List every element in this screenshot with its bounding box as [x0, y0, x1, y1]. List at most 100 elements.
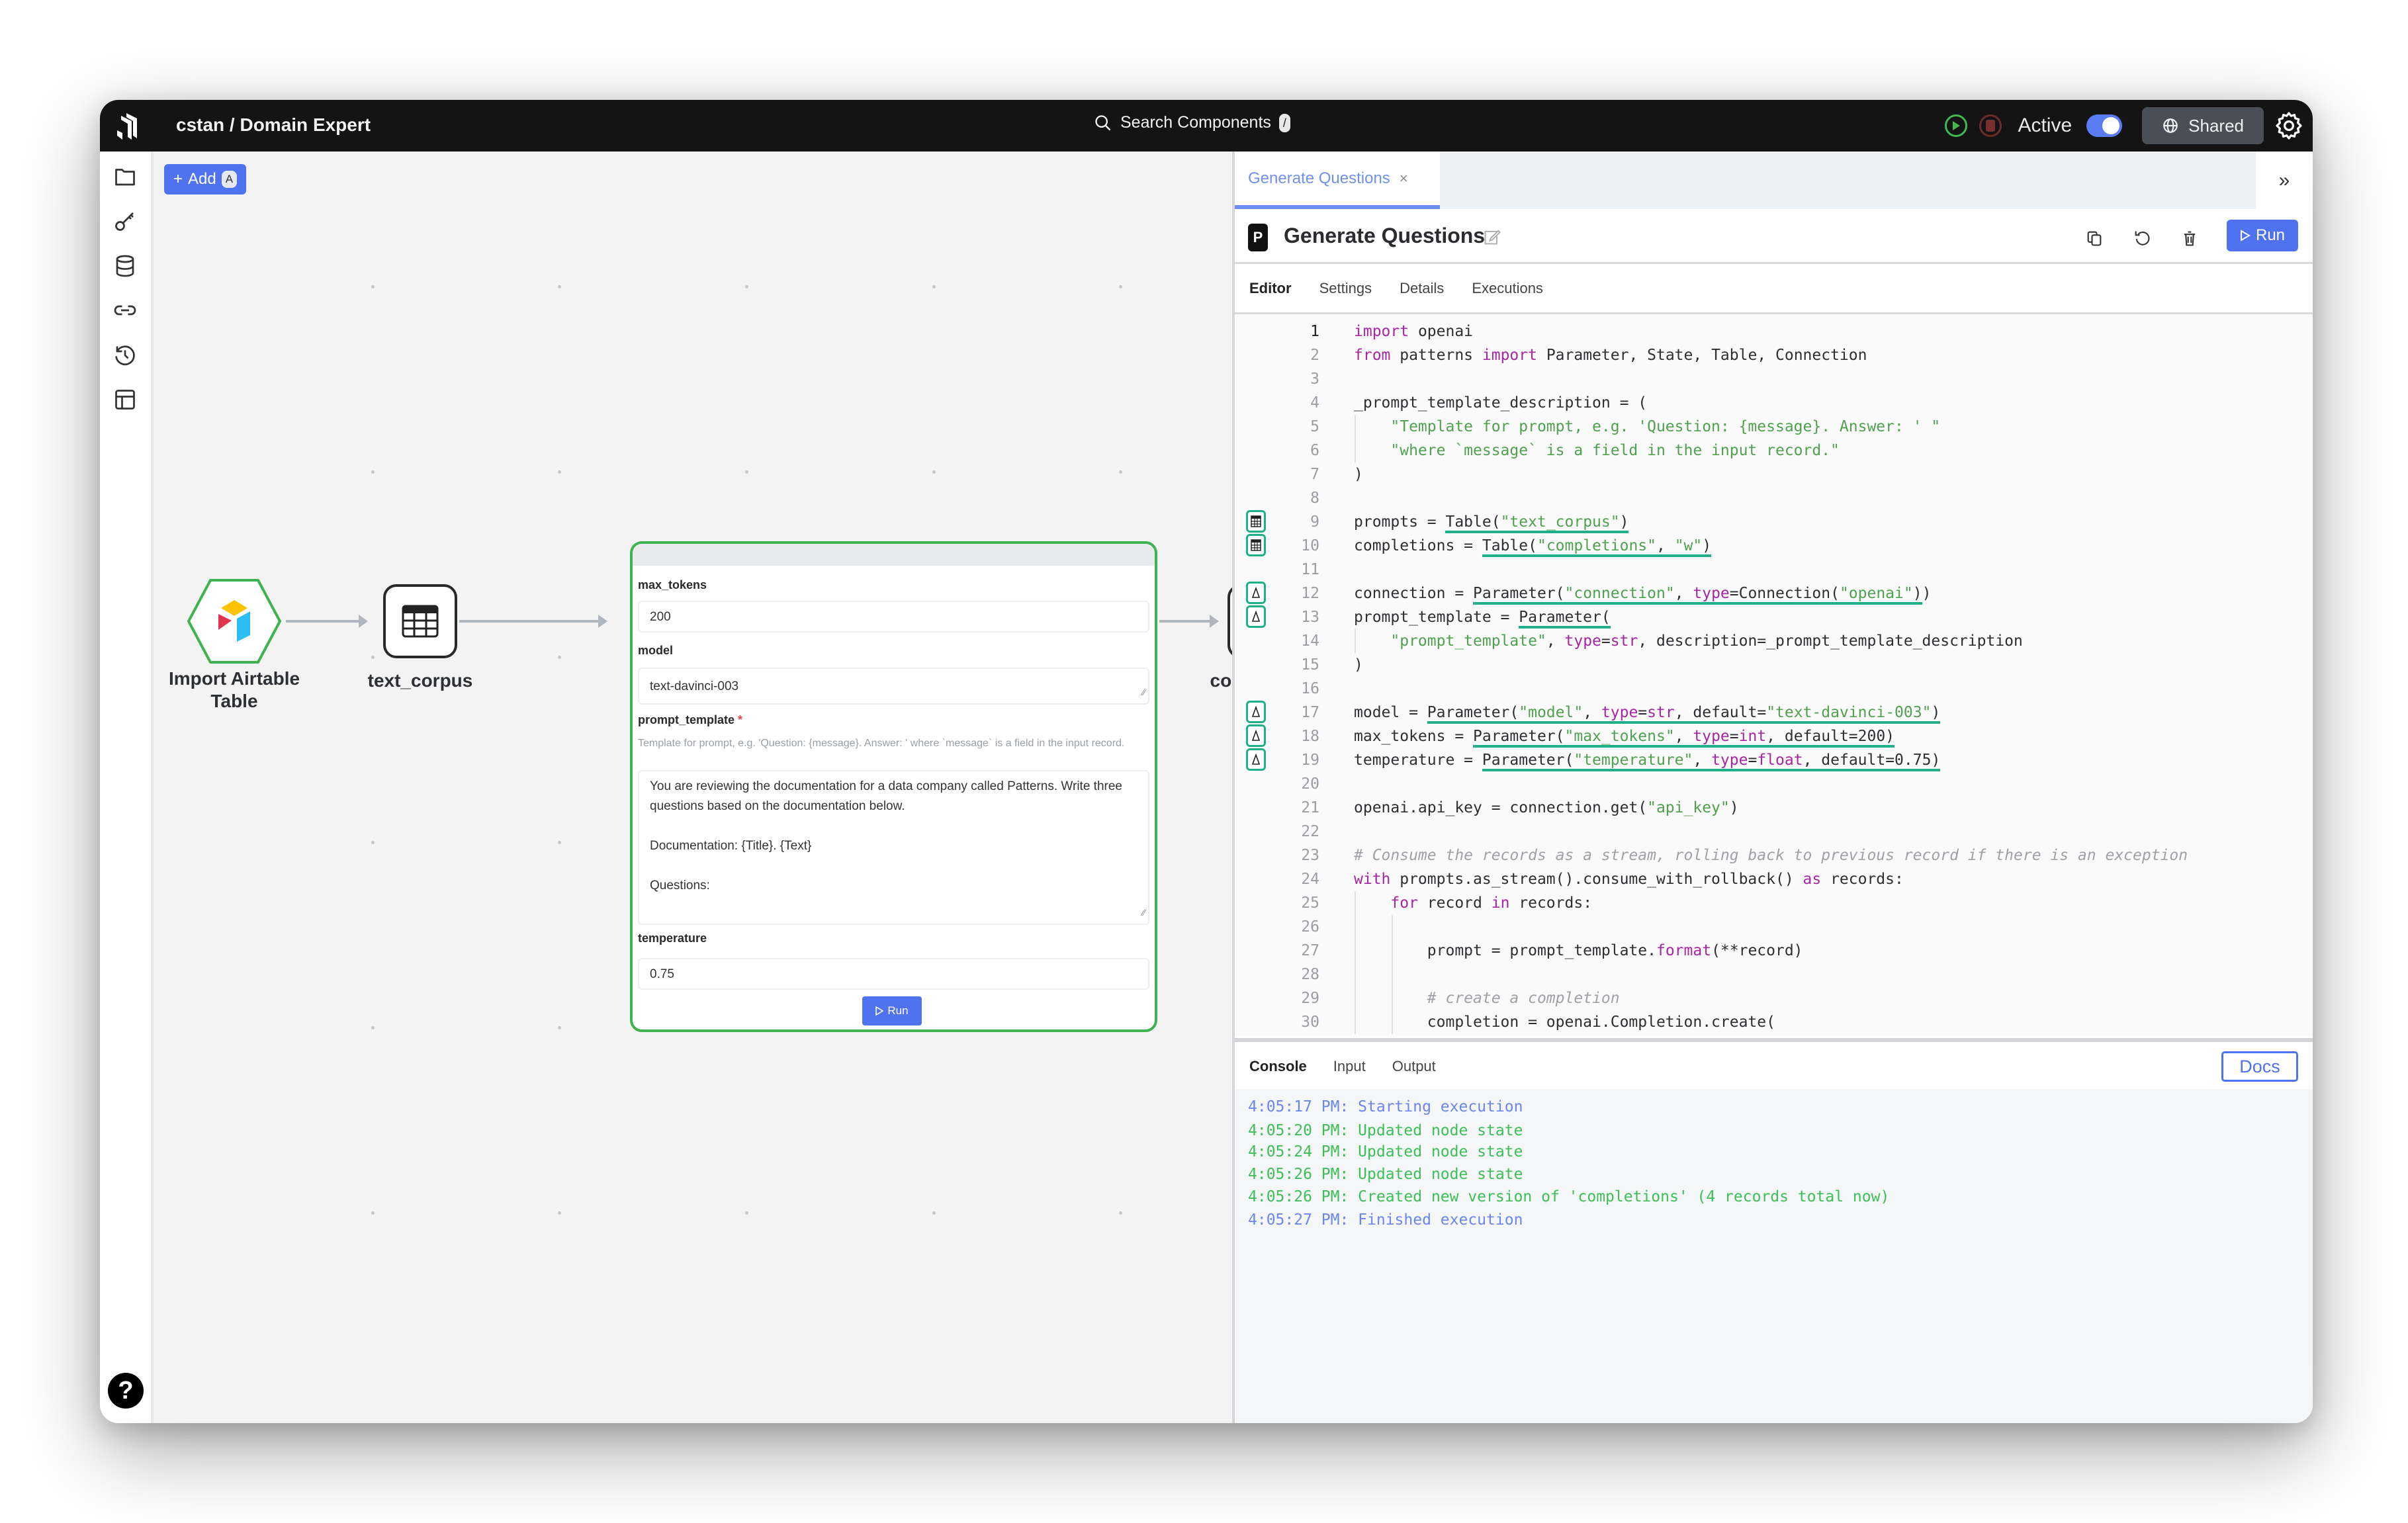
code-line[interactable]: 20	[1235, 772, 2313, 796]
grid-dot	[558, 285, 561, 288]
code-line[interactable]: 15)	[1235, 653, 2313, 677]
code-line[interactable]: 8	[1235, 486, 2313, 510]
tab-console[interactable]: Console	[1249, 1058, 1307, 1075]
code-line[interactable]: 27 prompt = prompt_template.format(**rec…	[1235, 939, 2313, 963]
form-run-button[interactable]: Run	[862, 996, 922, 1025]
folder-icon[interactable]	[113, 165, 137, 189]
code-line[interactable]: 24 with prompts.as_stream().consume_with_…	[1235, 867, 2313, 891]
node-text-corpus[interactable]	[383, 584, 457, 658]
layout-icon[interactable]	[113, 388, 137, 412]
collapse-panel-button[interactable]: »	[2256, 152, 2313, 209]
tab-output[interactable]: Output	[1392, 1058, 1436, 1075]
component-subtabs: Editor Settings Details Executions	[1235, 264, 2313, 314]
code-line[interactable]: 21 openai.api_key = connection.get("api_k…	[1235, 796, 2313, 820]
model-input[interactable]: text-davinci-003 ⁄⁄	[638, 668, 1149, 705]
code-line[interactable]: 2 from patterns import Parameter, State, …	[1235, 343, 2313, 367]
toggle-knob	[2102, 117, 2120, 134]
breadcrumb[interactable]: cstan / Domain Expert	[176, 114, 371, 136]
play-icon	[2240, 230, 2251, 241]
stop-graph-button[interactable]	[1979, 114, 2002, 137]
parameter-icon[interactable]	[1246, 701, 1266, 723]
prompt-template-textarea[interactable]: You are reviewing the documentation for …	[638, 770, 1149, 925]
parameter-icon[interactable]	[1246, 605, 1266, 628]
graph-canvas[interactable]: + Add A Import Airtable Table text_corpu…	[154, 152, 1337, 1423]
code-line[interactable]: 14 "prompt_template", type=str, descript…	[1235, 629, 2313, 653]
max-tokens-input[interactable]: 200	[638, 601, 1149, 632]
code-text: # Consume the records as a stream, rolli…	[1354, 847, 2188, 864]
code-line[interactable]: 10 completions = Table("completions", "w"…	[1235, 534, 2313, 558]
patterns-logo-icon[interactable]	[112, 110, 144, 142]
subtab-editor[interactable]: Editor	[1249, 280, 1292, 297]
code-text: from patterns import Parameter, State, T…	[1354, 347, 1867, 364]
code-text: model = Parameter("model", type=str, def…	[1354, 701, 1941, 724]
help-button[interactable]: ?	[108, 1373, 144, 1409]
line-number: 15	[1301, 656, 1319, 674]
duplicate-icon[interactable]	[2085, 229, 2104, 247]
code-line[interactable]: 4 _prompt_template_description = (	[1235, 391, 2313, 415]
node-import-airtable[interactable]	[187, 578, 282, 664]
code-line[interactable]: 23 # Consume the records as a stream, rol…	[1235, 844, 2313, 867]
generate-questions-node-form[interactable]: max_tokens 200 model text-davinci-003 ⁄⁄ …	[630, 541, 1157, 1032]
code-line[interactable]: 16	[1235, 677, 2313, 701]
tab-input[interactable]: Input	[1333, 1058, 1366, 1075]
line-number: 4	[1310, 394, 1319, 412]
code-line[interactable]: 13 prompt_template = Parameter(	[1235, 605, 2313, 629]
add-component-button[interactable]: + Add A	[164, 164, 247, 195]
close-tab-icon[interactable]: ×	[1400, 170, 1408, 187]
code-line[interactable]: 12 connection = Parameter("connection", t…	[1235, 582, 2313, 605]
resize-handle-icon[interactable]: ⁄⁄	[1142, 682, 1145, 702]
active-toggle[interactable]	[2086, 114, 2123, 137]
key-icon[interactable]	[113, 209, 137, 233]
revert-icon[interactable]	[2133, 229, 2151, 247]
delete-trash-icon[interactable]	[2180, 229, 2199, 247]
table-icon[interactable]	[1246, 510, 1266, 533]
tab-generate-questions[interactable]: Generate Questions ×	[1235, 152, 1440, 209]
code-line[interactable]: 25 for record in records:	[1235, 891, 2313, 915]
code-line[interactable]: 26	[1235, 915, 2313, 939]
subtab-executions[interactable]: Executions	[1472, 280, 1543, 297]
code-line[interactable]: 6 "where `message` is a field in the inp…	[1235, 439, 2313, 462]
code-line[interactable]: 1 import openai	[1235, 320, 2313, 343]
field-label-max-tokens: max_tokens	[638, 578, 707, 591]
history-icon[interactable]	[113, 343, 137, 367]
code-line[interactable]: 19 temperature = Parameter("temperature",…	[1235, 748, 2313, 772]
run-component-button[interactable]: Run	[2227, 220, 2298, 251]
link-icon[interactable]	[113, 298, 137, 322]
code-line[interactable]: 29 # create a completion	[1235, 986, 2313, 1010]
code-editor[interactable]: 1 import openai 2 from patterns import Para…	[1235, 314, 2313, 1036]
table-icon[interactable]	[1246, 534, 1266, 556]
code-line[interactable]: 30 completion = openai.Completion.create…	[1235, 1010, 2313, 1034]
code-line[interactable]: 5 "Template for prompt, e.g. 'Question: …	[1235, 415, 2313, 439]
indent-guide	[1392, 915, 1393, 1034]
parameter-icon[interactable]	[1246, 724, 1266, 747]
resize-handle-icon[interactable]: ⁄⁄	[1142, 902, 1145, 922]
code-line[interactable]: 7)	[1235, 462, 2313, 486]
code-line[interactable]: 18 max_tokens = Parameter("max_tokens", t…	[1235, 724, 2313, 748]
database-icon[interactable]	[113, 254, 137, 278]
settings-gear-icon[interactable]	[2273, 110, 2305, 142]
docs-button[interactable]: Docs	[2221, 1051, 2298, 1082]
shared-button[interactable]: Shared	[2142, 107, 2264, 144]
edit-title-icon[interactable]	[1483, 228, 1501, 246]
line-number: 7	[1310, 466, 1319, 483]
grid-dot	[1119, 470, 1122, 474]
parameter-icon[interactable]	[1246, 582, 1266, 604]
code-line[interactable]: 22	[1235, 820, 2313, 844]
line-number: 20	[1301, 775, 1319, 793]
run-graph-button[interactable]	[1945, 114, 1968, 137]
code-line[interactable]: 3	[1235, 367, 2313, 391]
add-label: Add	[188, 170, 216, 188]
parameter-icon[interactable]	[1246, 748, 1266, 771]
temperature-input[interactable]: 0.75	[638, 958, 1149, 990]
code-line[interactable]: 28	[1235, 963, 2313, 986]
code-line[interactable]: 11	[1235, 558, 2313, 582]
subtab-details[interactable]: Details	[1400, 280, 1444, 297]
left-sidebar: ?	[100, 152, 154, 1423]
subtab-settings[interactable]: Settings	[1319, 280, 1372, 297]
code-line[interactable]: 17 model = Parameter("model", type=str, d…	[1235, 701, 2313, 724]
search-components[interactable]: Search Components /	[1094, 113, 1290, 132]
play-icon	[1953, 121, 1961, 130]
code-line[interactable]: 9 prompts = Table("text_corpus")	[1235, 510, 2313, 534]
node-label-text-corpus: text_corpus	[367, 670, 473, 691]
search-label: Search Components	[1120, 113, 1271, 132]
